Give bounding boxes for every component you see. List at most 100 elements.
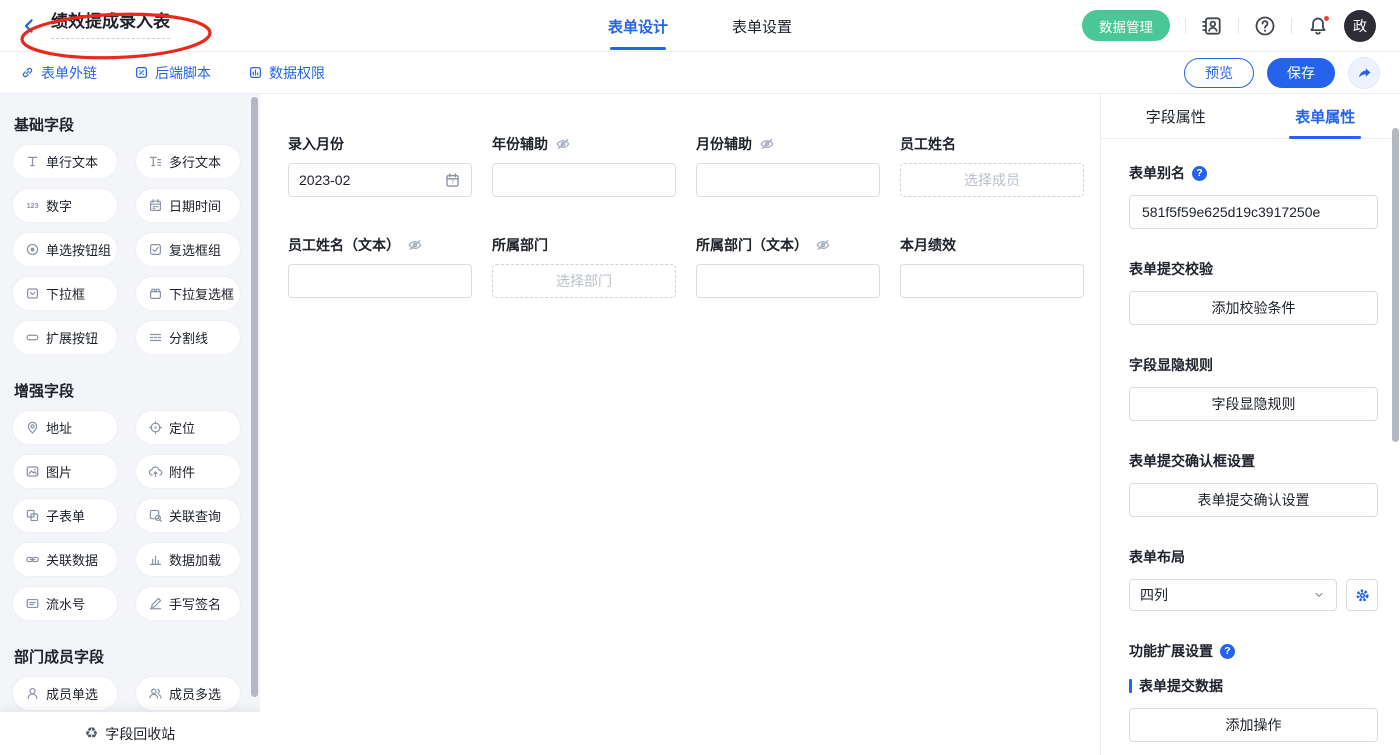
field-label: 所属部门 — [492, 235, 548, 255]
back-icon[interactable] — [20, 17, 38, 35]
pill-label: 手写签名 — [169, 594, 221, 613]
field-type-number[interactable]: 数字 — [13, 189, 117, 222]
tab-form-settings[interactable]: 表单设置 — [732, 0, 792, 52]
department-picker[interactable]: 选择部门 — [492, 264, 676, 298]
share-button[interactable] — [1348, 57, 1380, 89]
field-type-divider[interactable]: 分割线 — [136, 321, 240, 354]
hidden-eye-icon — [815, 237, 831, 253]
properties-panel: 字段属性 表单属性 表单别名 表单提交校验 添加校验条件 字段显隐规则 字段显隐… — [1100, 94, 1400, 755]
text-input[interactable] — [900, 264, 1084, 298]
field-type-linked-query[interactable]: 关联查询 — [136, 499, 240, 532]
picker-placeholder: 选择部门 — [556, 271, 612, 291]
pill-label: 数据加载 — [169, 550, 221, 569]
field-type-member-multi[interactable]: 成员多选 — [136, 677, 240, 710]
form-field-employee-name[interactable]: 员工姓名 选择成员 — [900, 134, 1084, 197]
submit-confirm-label: 表单提交确认框设置 — [1129, 451, 1255, 471]
data-permission-link[interactable]: 数据权限 — [248, 63, 325, 83]
sidebar-scrollbar[interactable] — [251, 97, 258, 697]
enhanced-fields-grid: 地址 定位 图片 附件 子表单 关联查询 关联数据 数据加载 流水号 手写签名 — [13, 411, 260, 620]
submit-data-add-action-button[interactable]: 添加操作 — [1129, 708, 1378, 742]
tab-form-properties[interactable]: 表单属性 — [1251, 94, 1400, 138]
field-type-signature[interactable]: 手写签名 — [136, 587, 240, 620]
data-manage-button[interactable]: 数据管理 — [1082, 10, 1170, 41]
form-external-link[interactable]: 表单外链 — [20, 63, 97, 83]
preview-button[interactable]: 预览 — [1184, 58, 1254, 88]
panel-scrollbar[interactable] — [1392, 128, 1399, 442]
text-input[interactable] — [696, 163, 880, 197]
help-icon[interactable] — [1254, 15, 1276, 37]
panel-tabs: 字段属性 表单属性 — [1101, 94, 1400, 139]
save-button[interactable]: 保存 — [1267, 58, 1335, 88]
gear-icon — [1354, 587, 1371, 604]
field-type-extend-button[interactable]: 扩展按钮 — [13, 321, 117, 354]
field-type-select[interactable]: 下拉框 — [13, 277, 117, 310]
field-label: 年份辅助 — [492, 134, 548, 154]
form-field-month-performance[interactable]: 本月绩效 — [900, 235, 1084, 298]
form-layout-label: 表单布局 — [1129, 547, 1185, 567]
link-label: 后端脚本 — [155, 63, 211, 83]
layout-select-value: 四列 — [1140, 585, 1168, 605]
field-type-single-line-text[interactable]: 单行文本 — [13, 145, 117, 178]
divider-icon — [148, 330, 163, 345]
date-input[interactable]: 2023-02 — [288, 163, 472, 197]
chevron-down-icon — [1312, 588, 1326, 602]
field-type-member-single[interactable]: 成员单选 — [13, 677, 117, 710]
tab-field-properties[interactable]: 字段属性 — [1101, 94, 1251, 138]
pill-label: 成员单选 — [46, 684, 98, 703]
field-type-serial-number[interactable]: 流水号 — [13, 587, 117, 620]
field-type-image[interactable]: 图片 — [13, 455, 117, 488]
form-field-month-helper[interactable]: 月份辅助 — [696, 134, 880, 197]
link-label: 数据权限 — [269, 63, 325, 83]
submit-confirm-setting-button[interactable]: 表单提交确认设置 — [1129, 483, 1378, 517]
avatar[interactable]: 政 — [1344, 10, 1376, 42]
page-title[interactable]: 绩效提成录入表 — [51, 12, 170, 39]
tab-form-design[interactable]: 表单设计 — [608, 0, 668, 52]
text-input[interactable] — [288, 264, 472, 298]
address-book-icon[interactable] — [1201, 15, 1223, 37]
field-type-address[interactable]: 地址 — [13, 411, 117, 444]
pill-label: 下拉复选框 — [169, 284, 234, 303]
field-type-datetime[interactable]: 日期时间 — [136, 189, 240, 222]
layout-settings-button[interactable] — [1346, 579, 1378, 611]
toolbar-actions: 预览 保存 — [1184, 57, 1380, 89]
pill-label: 关联查询 — [169, 506, 221, 525]
field-type-data-load[interactable]: 数据加载 — [136, 543, 240, 576]
field-type-radio-group[interactable]: 单选按钮组 — [13, 233, 117, 266]
field-type-location[interactable]: 定位 — [136, 411, 240, 444]
field-type-subform[interactable]: 子表单 — [13, 499, 117, 532]
divider — [1291, 18, 1292, 34]
field-recycle-bin[interactable]: ♻ 字段回收站 — [0, 712, 260, 755]
recycle-label: 字段回收站 — [105, 724, 175, 744]
question-icon[interactable] — [1220, 644, 1235, 659]
form-field-department[interactable]: 所属部门 选择部门 — [492, 235, 676, 298]
field-type-multi-line-text[interactable]: 多行文本 — [136, 145, 240, 178]
text-input[interactable] — [492, 163, 676, 197]
form-alias-input[interactable] — [1129, 195, 1378, 229]
question-icon[interactable] — [1192, 166, 1207, 181]
submit-validate-label: 表单提交校验 — [1129, 259, 1213, 279]
form-field-year-helper[interactable]: 年份辅助 — [492, 134, 676, 197]
text-input[interactable] — [696, 264, 880, 298]
form-field-employee-name-text[interactable]: 员工姓名（文本） — [288, 235, 472, 298]
add-validate-condition-button[interactable]: 添加校验条件 — [1129, 291, 1378, 325]
datetime-icon — [148, 198, 163, 213]
pill-label: 定位 — [169, 418, 195, 437]
form-design-canvas[interactable]: 录入月份 2023-02 年份辅助 月份辅助 员工姓名 选择成员 — [260, 94, 1100, 755]
field-type-attachment[interactable]: 附件 — [136, 455, 240, 488]
field-type-checkbox-group[interactable]: 复选框组 — [136, 233, 240, 266]
attachment-icon — [148, 464, 163, 479]
layout-select[interactable]: 四列 — [1129, 579, 1337, 611]
form-field-entry-month[interactable]: 录入月份 2023-02 — [288, 134, 472, 197]
field-type-multi-select[interactable]: 下拉复选框 — [136, 277, 240, 310]
pill-label: 地址 — [46, 418, 72, 437]
backend-script-link[interactable]: 后端脚本 — [134, 63, 211, 83]
member-picker[interactable]: 选择成员 — [900, 163, 1084, 197]
field-type-linked-data[interactable]: 关联数据 — [13, 543, 117, 576]
signature-icon — [148, 596, 163, 611]
radio-group-icon — [25, 242, 40, 257]
calendar-icon — [444, 172, 461, 189]
notification-bell[interactable] — [1307, 15, 1329, 37]
field-label: 月份辅助 — [696, 134, 752, 154]
field-visibility-rule-button[interactable]: 字段显隐规则 — [1129, 387, 1378, 421]
form-field-department-text[interactable]: 所属部门（文本） — [696, 235, 880, 298]
